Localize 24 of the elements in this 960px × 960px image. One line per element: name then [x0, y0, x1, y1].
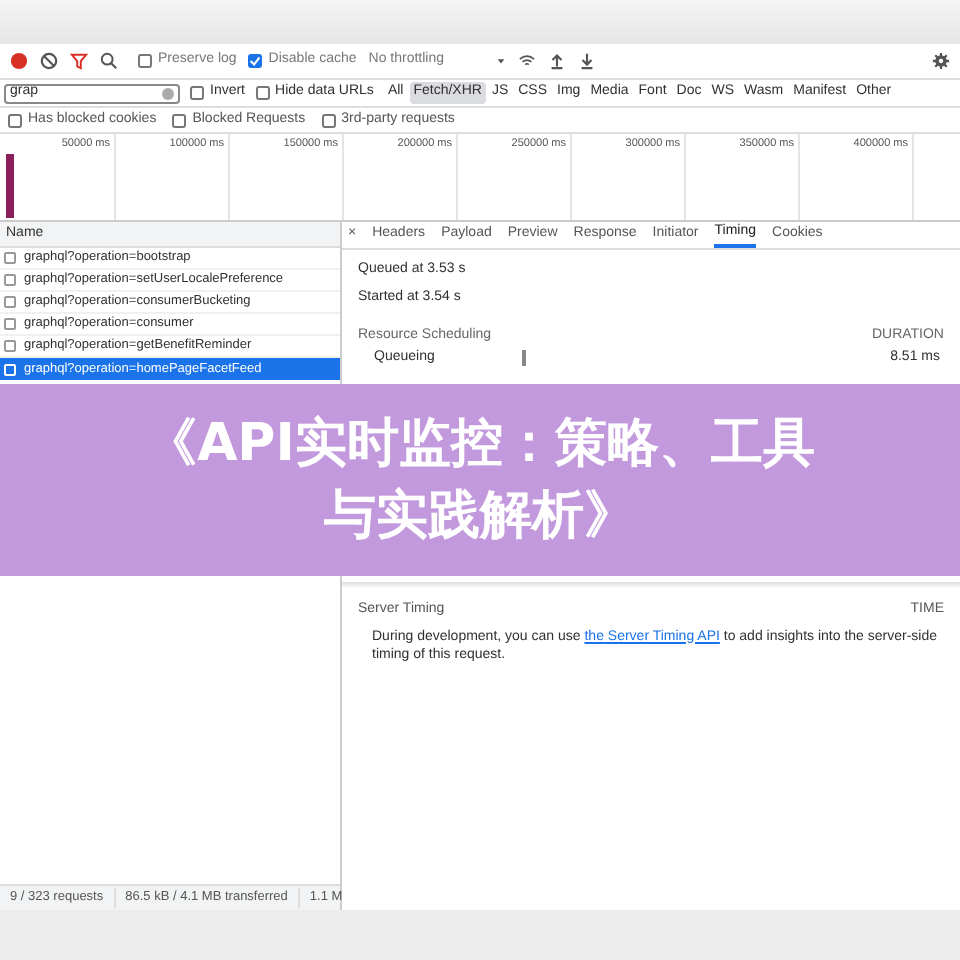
checkbox-icon [4, 296, 16, 308]
checkbox-icon [4, 363, 16, 375]
checkbox[interactable] [321, 113, 336, 127]
checkbox-icon [4, 340, 16, 352]
checkbox-icon [4, 274, 16, 286]
checkbox-icon [4, 318, 16, 330]
clear-icon[interactable] [40, 52, 58, 70]
checkbox[interactable] [8, 113, 22, 127]
settings-icon[interactable] [932, 52, 950, 70]
caret-icon[interactable] [496, 56, 507, 66]
checkbox[interactable] [138, 54, 152, 68]
checkbox-icon [4, 252, 16, 264]
timing-marker [522, 350, 525, 366]
banner-title: 《API实时监控：策略、工具与实践解析》 [143, 412, 817, 550]
checkbox[interactable] [255, 86, 270, 100]
upload-icon[interactable] [548, 52, 567, 70]
download-icon[interactable] [578, 52, 597, 70]
filter-icon[interactable] [70, 52, 88, 70]
checkbox[interactable] [190, 86, 204, 100]
search-icon[interactable] [100, 52, 118, 70]
record-icon[interactable] [10, 52, 28, 70]
checkbox[interactable] [172, 113, 187, 127]
waterfall-bar [6, 154, 14, 218]
wifi-settings-icon[interactable] [518, 52, 537, 70]
